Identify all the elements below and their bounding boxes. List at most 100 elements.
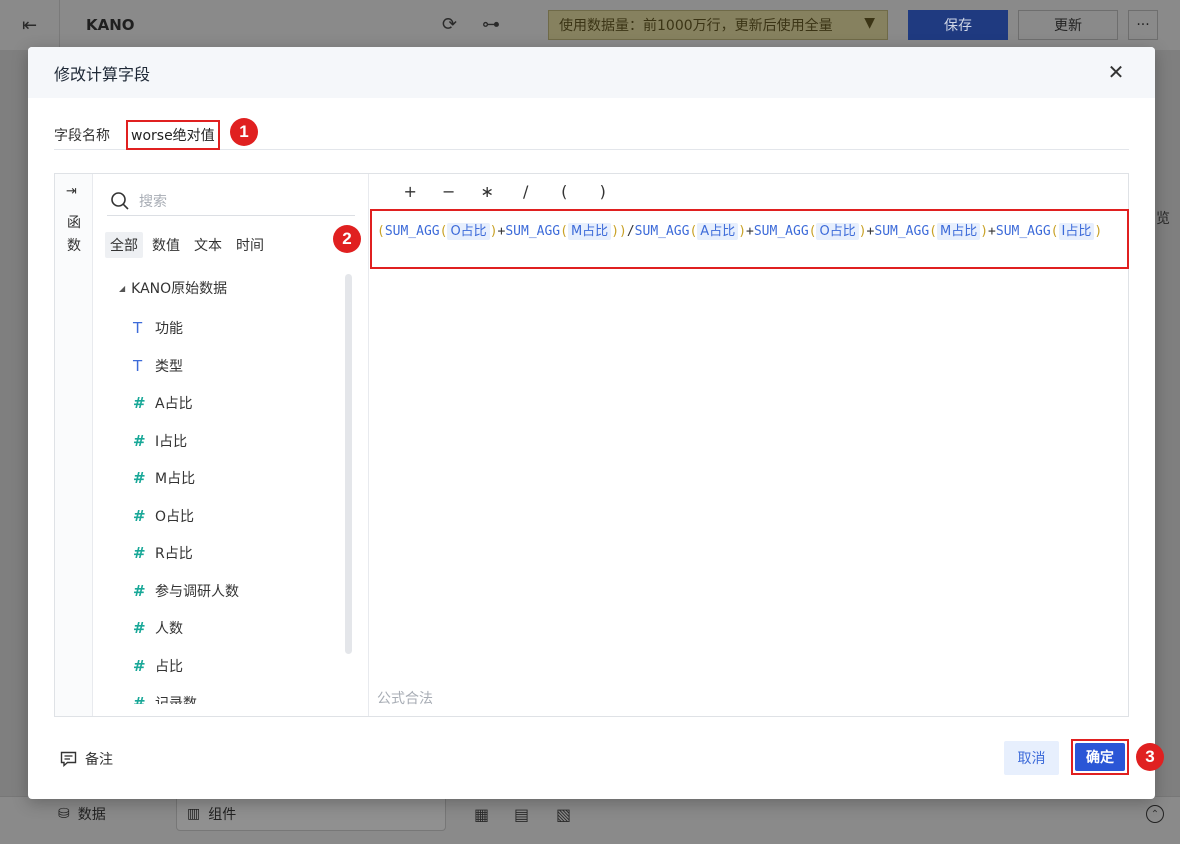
chart-icon: ▥ bbox=[187, 805, 201, 822]
refresh-icon[interactable]: ⟳ bbox=[442, 14, 457, 35]
field-item[interactable]: # R占比 bbox=[133, 541, 193, 565]
search-placeholder: 搜索 bbox=[139, 193, 167, 210]
field-item-label: 人数 bbox=[155, 621, 183, 637]
field-item-label: R占比 bbox=[155, 546, 193, 562]
field-item[interactable]: # 记录数 bbox=[133, 691, 197, 704]
field-group[interactable]: ◢ KANO原始数据 bbox=[119, 278, 227, 298]
operator-button[interactable]: − bbox=[430, 180, 469, 204]
field-item-label: O占比 bbox=[155, 508, 195, 525]
operator-bar: + − ∗ /() bbox=[391, 180, 622, 204]
search-icon bbox=[111, 191, 129, 210]
formula-symbol: ( bbox=[560, 224, 568, 239]
formula-field-token: I占比 bbox=[1058, 223, 1095, 240]
field-item[interactable]: T 类型 bbox=[133, 354, 183, 378]
formula-symbol: + bbox=[746, 224, 754, 239]
database-icon: ⛁ bbox=[58, 806, 70, 822]
field-item[interactable]: # A占比 bbox=[133, 391, 193, 415]
operator-button[interactable]: ( bbox=[545, 180, 584, 204]
filter-number[interactable]: 数值 bbox=[147, 232, 185, 258]
save-button[interactable]: 保存 bbox=[908, 10, 1008, 40]
update-button[interactable]: 更新 bbox=[1018, 10, 1118, 40]
field-group-label: KANO原始数据 bbox=[131, 281, 228, 297]
formula-function: SUM_AGG bbox=[384, 224, 440, 239]
tab-data[interactable]: ⛁ 数据 bbox=[58, 797, 106, 831]
field-item-label: 功能 bbox=[155, 321, 183, 337]
operator-button[interactable]: ) bbox=[584, 180, 623, 204]
filter-all[interactable]: 全部 bbox=[105, 232, 143, 258]
add-report-icon[interactable]: ▧ bbox=[556, 805, 571, 824]
field-item[interactable]: # O占比 bbox=[133, 504, 194, 528]
number-type-icon: # bbox=[133, 431, 146, 450]
comment-icon bbox=[60, 751, 77, 767]
formula-function: SUM_AGG bbox=[874, 224, 930, 239]
operator-button[interactable]: + bbox=[391, 180, 430, 204]
field-name-input[interactable]: worse绝对值 bbox=[126, 119, 220, 150]
filter-time[interactable]: 时间 bbox=[231, 232, 269, 258]
field-item[interactable]: T 功能 bbox=[133, 316, 183, 340]
add-chart-icon[interactable]: ▦ bbox=[474, 805, 489, 824]
dialog-header: 修改计算字段 bbox=[28, 47, 1155, 98]
formula-status: 公式合法 bbox=[377, 691, 433, 707]
formula-symbol: ) bbox=[980, 224, 989, 239]
exit-icon[interactable]: ⇤ bbox=[0, 0, 60, 50]
confirm-button-highlight: 确定 bbox=[1071, 739, 1129, 775]
field-item-label: 占比 bbox=[155, 658, 183, 675]
cancel-button[interactable]: 取消 bbox=[1004, 741, 1059, 775]
field-name-row: 字段名称 worse绝对值 bbox=[54, 119, 1129, 150]
app-title: KANO bbox=[86, 16, 135, 34]
field-list-panel: 搜索 全部 数值 文本 时间 ◢ KANO原始数据 T 功能 T 类型 # A占比 # I占比… bbox=[93, 174, 369, 716]
filter-text[interactable]: 文本 bbox=[189, 232, 227, 258]
formula-field-token: A占比 bbox=[697, 223, 739, 240]
more-button[interactable]: ··· bbox=[1128, 10, 1158, 40]
expand-panel-icon: ⇥ bbox=[66, 184, 77, 199]
field-item[interactable]: # 占比 bbox=[133, 654, 183, 678]
number-type-icon: # bbox=[133, 656, 146, 675]
field-item-label: I占比 bbox=[155, 433, 188, 450]
field-name-label: 字段名称 bbox=[54, 127, 110, 144]
type-filters: 全部 数值 文本 时间 bbox=[105, 232, 269, 258]
text-type-icon: T bbox=[133, 356, 143, 375]
formula-area: + − ∗ /() (SUM_AGG(O占比)+SUM_AGG(M占比))/SUM_A… bbox=[369, 174, 1129, 716]
tab-component[interactable]: ▥ 组件 bbox=[176, 797, 446, 831]
remark-label: 备注 bbox=[85, 752, 113, 768]
field-search[interactable]: 搜索 bbox=[107, 186, 355, 216]
lineage-icon[interactable]: ⊶ bbox=[482, 14, 500, 35]
remark-button[interactable]: 备注 bbox=[60, 749, 113, 769]
formula-symbol: ) bbox=[1094, 224, 1103, 239]
field-item[interactable]: # 人数 bbox=[133, 616, 183, 640]
bottom-bar: ⛁ 数据 ▥ 组件 ▦ ▤ ▧ ⌃ bbox=[0, 796, 1180, 844]
collapse-triangle-icon: ◢ bbox=[119, 283, 126, 293]
number-type-icon: # bbox=[133, 506, 146, 525]
tab-data-label: 数据 bbox=[77, 807, 106, 823]
confirm-button[interactable]: 确定 bbox=[1075, 743, 1125, 771]
data-volume-notice[interactable]: 使用数据量：前1000万行，更新后使用全量 ▼ bbox=[548, 10, 888, 40]
formula-editor: ⇥ 函数 搜索 全部 数值 文本 时间 ◢ KANO原始数据 T 功能 T 类型… bbox=[54, 173, 1129, 717]
operator-button[interactable]: / bbox=[507, 180, 546, 204]
formula-symbol: + bbox=[988, 224, 996, 239]
operator-button[interactable]: ∗ bbox=[468, 180, 507, 204]
number-type-icon: # bbox=[133, 544, 146, 562]
chevron-down-icon: ▼ bbox=[864, 15, 875, 31]
formula-symbol: ) bbox=[738, 224, 747, 239]
field-list-scrollbar[interactable] bbox=[345, 274, 352, 654]
function-panel-toggle[interactable]: ⇥ 函数 bbox=[55, 174, 93, 716]
add-table-icon[interactable]: ▤ bbox=[514, 805, 529, 824]
formula-input[interactable]: (SUM_AGG(O占比)+SUM_AGG(M占比))/SUM_AGG(A占比)… bbox=[370, 209, 1129, 269]
number-type-icon: # bbox=[133, 694, 146, 704]
field-item[interactable]: # M占比 bbox=[133, 466, 195, 490]
formula-symbol: ( bbox=[1050, 224, 1059, 239]
field-item-label: 类型 bbox=[155, 358, 183, 375]
field-item[interactable]: # I占比 bbox=[133, 429, 187, 453]
data-volume-text: 使用数据量：前1000万行，更新后使用全量 bbox=[559, 18, 833, 34]
number-type-icon: # bbox=[133, 394, 146, 412]
formula-function: SUM_AGG bbox=[995, 224, 1051, 239]
field-item[interactable]: # 参与调研人数 bbox=[133, 579, 239, 603]
text-type-icon: T bbox=[133, 319, 143, 337]
field-item-label: M占比 bbox=[155, 471, 196, 487]
collapse-icon[interactable]: ⌃ bbox=[1146, 805, 1164, 823]
close-icon[interactable]: ✕ bbox=[1105, 61, 1127, 83]
edit-calculated-field-dialog: 修改计算字段 ✕ 字段名称 worse绝对值 1 ⇥ 函数 搜索 全部 数值 文… bbox=[28, 47, 1164, 799]
formula-field-token: O占比 bbox=[816, 223, 859, 240]
formula-field-token: O占比 bbox=[447, 223, 490, 240]
formula-function: SUM_AGG bbox=[505, 224, 561, 239]
